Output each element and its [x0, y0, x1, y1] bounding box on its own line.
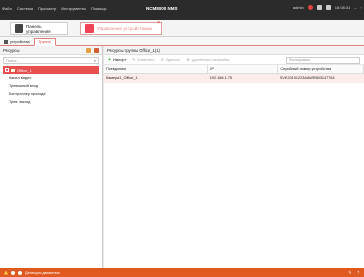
cell-alias: Камера1_Office_1	[104, 73, 208, 83]
search-placeholder: Поиск...	[6, 58, 20, 63]
warning-icon[interactable]	[4, 270, 8, 275]
group-toolbar: + Импорт ✎ Изменить ⊘ Удалить ⚙ удалённа…	[104, 55, 364, 65]
alarm-icon[interactable]	[307, 5, 313, 10]
user-label: admin	[292, 5, 304, 10]
import-button[interactable]: + Импорт	[108, 57, 126, 63]
import-group-icon[interactable]	[94, 47, 99, 53]
tree-item-label: Контроллер прохода	[9, 92, 46, 96]
expand-icon[interactable]: ⇡	[357, 270, 360, 275]
tree-item-alarm-input[interactable]: Тревожный вход	[9, 82, 102, 90]
title-bar: Файл Система Просмотр Инструменты Помощь…	[0, 0, 364, 20]
resources-header: Ресурсы	[0, 46, 102, 55]
column-ip[interactable]: IP	[207, 65, 279, 74]
alarm-bell-icon[interactable]	[11, 270, 15, 275]
edit-button[interactable]: ✎ Изменить	[132, 57, 155, 63]
app-title-rest: 8000 NMS	[156, 6, 178, 11]
tab-control-panel[interactable]: Панель управления	[10, 22, 68, 35]
menu-tools[interactable]: Инструменты	[61, 6, 86, 11]
menu-file[interactable]: Файл	[2, 6, 12, 11]
folder-icon	[11, 68, 15, 72]
minimize-icon[interactable]: –	[354, 5, 356, 10]
resource-search-input[interactable]: Поиск... ⌕	[3, 57, 99, 64]
menu-bar: Файл Система Просмотр Инструменты Помощь	[2, 6, 107, 11]
close-tab-icon[interactable]: ×	[157, 20, 160, 26]
tab-devices[interactable]: устройства	[0, 39, 34, 45]
column-serial[interactable]: Серийный номер устройства	[277, 65, 364, 74]
devices-icon	[4, 40, 8, 44]
pin-icon[interactable]: ✎	[348, 270, 351, 275]
edit-label: Изменить	[137, 57, 155, 62]
pencil-icon: ✎	[132, 58, 136, 62]
monitor-icon[interactable]	[325, 5, 331, 10]
tab-group-label: Группа	[38, 40, 51, 44]
delete-label: Удалить	[165, 57, 181, 62]
device-management-icon	[85, 24, 94, 33]
menu-system[interactable]: Система	[17, 6, 33, 11]
import-label: Импорт	[112, 57, 127, 62]
lock-icon[interactable]	[316, 5, 322, 10]
column-alias[interactable]: Псевдоним	[104, 65, 209, 74]
filter-input[interactable]: Фильтровать	[286, 56, 360, 64]
resources-panel: Ресурсы Поиск... ⌕ − Office_1 Канал виде…	[0, 46, 103, 268]
plus-icon: +	[108, 56, 111, 63]
search-icon[interactable]: ⌕	[94, 58, 96, 63]
menu-view[interactable]: Просмотр	[38, 6, 56, 11]
tree-node-office-label: Office_1	[17, 67, 32, 73]
group-resources-table: Псевдоним IP Серийный номер устройства К…	[104, 65, 364, 83]
table-row[interactable]: Камера1_Office_1 192.168.1.75 SVK2019122…	[104, 73, 364, 83]
tab-device-management[interactable]: Управление устройствами ×	[80, 20, 162, 35]
status-text: Детекция движения	[25, 270, 60, 275]
tree-item-alarm-output[interactable]: Трев. выход	[9, 98, 102, 106]
tab-device-management-label: Управление устройствами	[97, 26, 153, 31]
group-resources-panel: Ресурсы группы Office_1(1) + Импорт ✎ Из…	[104, 46, 364, 268]
module-tab-row: Панель управления Управление устройствам…	[0, 20, 364, 37]
delete-icon: ⊘	[160, 58, 164, 62]
group-resources-title: Ресурсы группы Office_1(1)	[107, 47, 160, 53]
tree-item-access-controller[interactable]: Контроллер прохода	[9, 90, 102, 98]
tab-control-panel-label: Панель управления	[26, 23, 51, 34]
control-panel-icon	[15, 24, 24, 33]
tree-node-office[interactable]: − Office_1	[3, 66, 99, 74]
add-group-icon[interactable]	[86, 47, 91, 53]
remote-config-button[interactable]: ⚙ удалённая настройка	[186, 57, 230, 63]
filter-placeholder: Фильтровать	[289, 58, 311, 62]
status-bar: Детекция движения ✎ ⇡	[0, 268, 364, 277]
sound-icon[interactable]	[18, 270, 22, 275]
cell-ip: 192.168.1.75	[207, 73, 278, 83]
tree-item-video-channel[interactable]: Канал видео	[9, 74, 102, 82]
menu-help[interactable]: Помощь	[91, 6, 106, 11]
remote-config-label: удалённая настройка	[191, 57, 230, 62]
resources-title: Ресурсы	[3, 47, 20, 53]
tab-devices-label: устройства	[10, 40, 30, 44]
clock-label: 16:08:31	[334, 5, 351, 10]
table-header-row: Псевдоним IP Серийный номер устройства	[104, 65, 364, 74]
app-title-main: NCM	[146, 6, 157, 11]
tree-item-label: Канал видео	[9, 76, 32, 80]
app-title: NCM8000 NMS	[146, 6, 178, 11]
tree-item-label: Трев. выход	[9, 100, 31, 104]
gear-icon: ⚙	[186, 58, 190, 62]
group-resources-header: Ресурсы группы Office_1(1)	[104, 46, 364, 55]
sub-tab-row: устройства Группа	[0, 37, 364, 46]
maximize-icon[interactable]: ▫	[361, 5, 362, 10]
cell-serial: SVK20191223AAWR803147764	[277, 73, 364, 83]
tab-group[interactable]: Группа	[33, 38, 56, 46]
tree-item-label: Тревожный вход	[9, 84, 39, 88]
collapse-icon[interactable]: −	[5, 68, 9, 72]
delete-button[interactable]: ⊘ Удалить	[160, 57, 181, 63]
title-bar-info: admin 16:08:31 – ▫	[293, 5, 362, 10]
